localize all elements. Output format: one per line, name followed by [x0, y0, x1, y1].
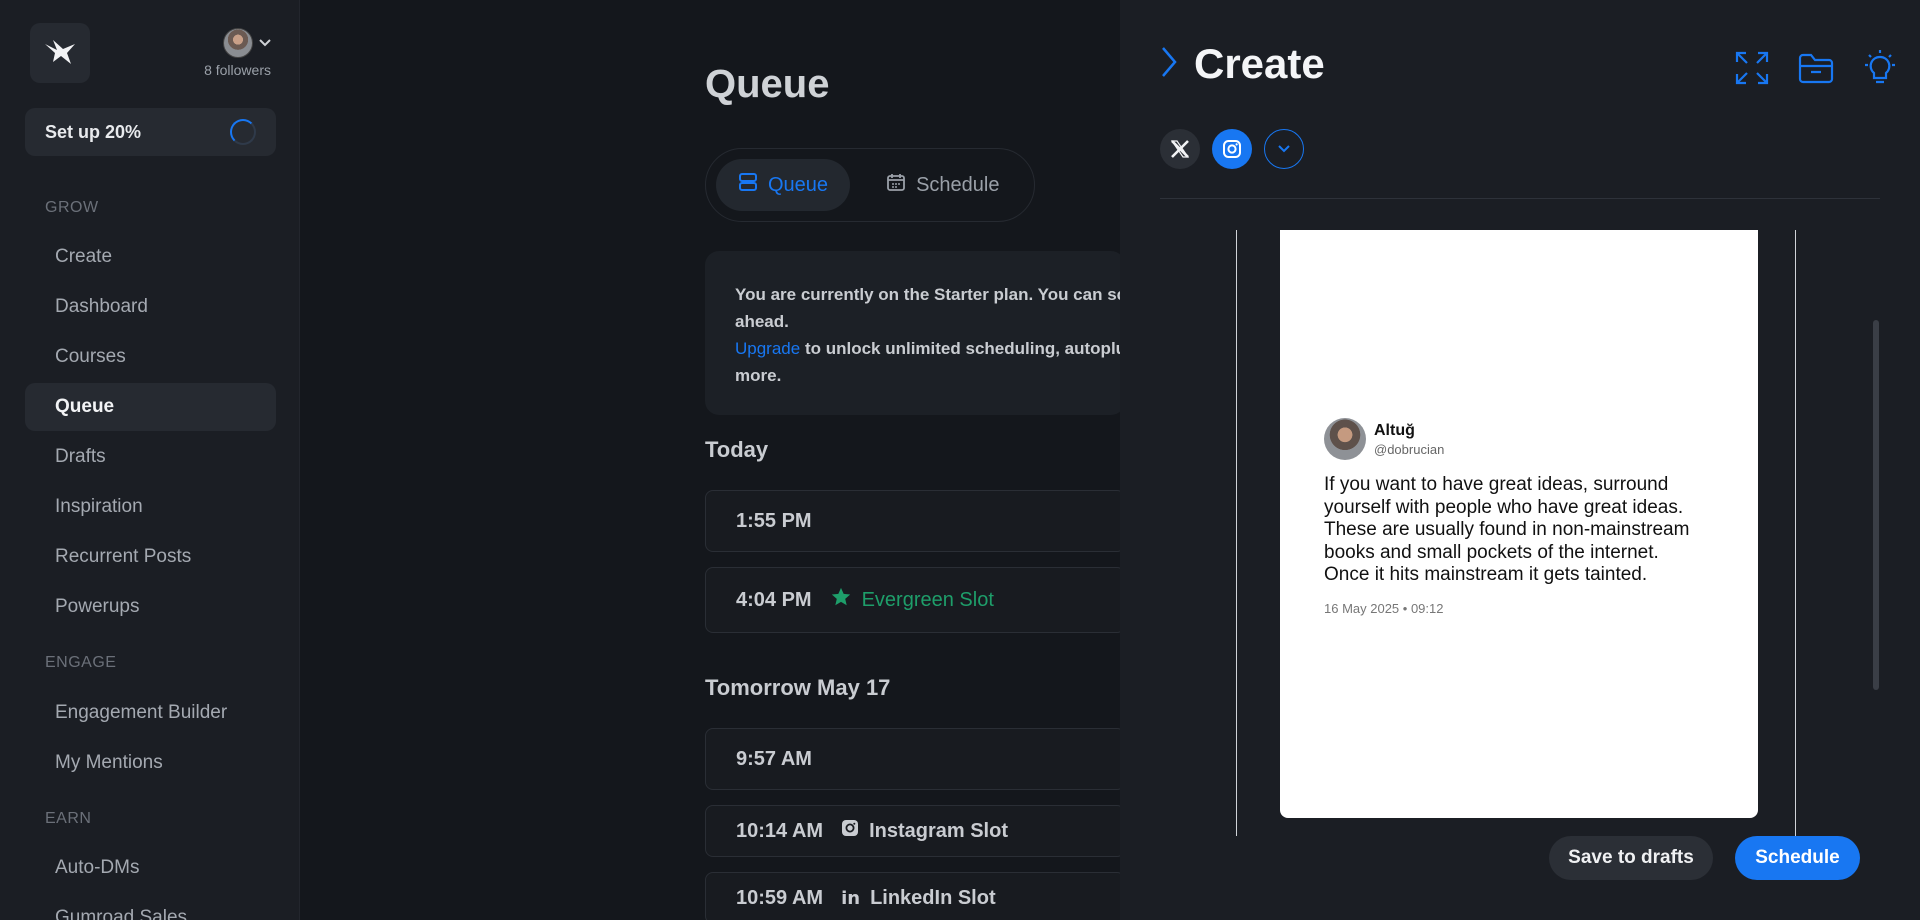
- sidebar-item-powerups[interactable]: Powerups: [25, 583, 276, 631]
- sidebar-item-engagement-builder[interactable]: Engagement Builder: [25, 689, 276, 737]
- calendar-icon: [886, 172, 906, 198]
- tab-queue-label: Queue: [768, 173, 829, 196]
- sidebar-item-create[interactable]: Create: [25, 233, 276, 281]
- tab-schedule-label: Schedule: [916, 173, 1000, 196]
- folder-icon[interactable]: [1796, 48, 1836, 88]
- scrollbar[interactable]: [1873, 320, 1879, 690]
- account-switcher[interactable]: 8 followers: [204, 28, 271, 78]
- tweet-author-handle: @dobrucian: [1374, 441, 1445, 457]
- queue-slot[interactable]: 10:59 AM in LinkedIn Slot: [705, 872, 1125, 920]
- sidebar-item-gumroad-sales[interactable]: Gumroad Sales: [25, 894, 276, 920]
- bird-logo-icon[interactable]: [30, 23, 90, 83]
- queue-slot[interactable]: 4:04 PM Evergreen Slot: [705, 567, 1125, 633]
- instagram-icon: [841, 819, 859, 843]
- sidebar-item-inspiration[interactable]: Inspiration: [25, 483, 276, 531]
- tab-schedule[interactable]: Schedule: [864, 159, 1021, 211]
- sidebar-item-my-mentions[interactable]: My Mentions: [25, 739, 276, 787]
- slot-tag: LinkedIn Slot: [870, 886, 996, 909]
- slot-time: 10:59 AM: [736, 886, 824, 909]
- star-icon: [830, 586, 852, 614]
- progress-ring-icon: [230, 119, 256, 145]
- queue-slot[interactable]: 9:57 AM: [705, 728, 1125, 790]
- sidebar-item-courses[interactable]: Courses: [25, 333, 276, 381]
- schedule-button[interactable]: Schedule: [1735, 836, 1860, 880]
- setup-progress-button[interactable]: Set up 20%: [25, 108, 276, 156]
- plan-text-4: more.: [735, 366, 782, 385]
- sidebar-item-queue[interactable]: Queue: [25, 383, 276, 431]
- plan-notice: You are currently on the Starter plan. Y…: [705, 251, 1125, 415]
- expand-icon[interactable]: [1732, 48, 1772, 88]
- sidebar-item-recurrent-posts[interactable]: Recurrent Posts: [25, 533, 276, 581]
- page-title: Queue: [705, 62, 830, 106]
- save-to-drafts-button[interactable]: Save to drafts: [1549, 836, 1713, 880]
- tweet-body: If you want to have great ideas, surroun…: [1324, 474, 1690, 585]
- avatar: [223, 28, 253, 58]
- view-toggle: Queue Schedule: [705, 148, 1035, 222]
- tweet-author-name: Altuğ: [1374, 421, 1415, 439]
- day-heading-tomorrow: Tomorrow May 17: [705, 675, 891, 700]
- section-earn: EARN: [45, 810, 92, 827]
- panel-title: Create: [1194, 40, 1325, 87]
- section-grow: GROW: [45, 199, 99, 216]
- tab-queue[interactable]: Queue: [716, 159, 851, 211]
- x-icon[interactable]: [1160, 129, 1200, 169]
- sidebar-item-drafts[interactable]: Drafts: [25, 433, 276, 481]
- plan-text-1: You are currently on the Starter plan. Y…: [735, 285, 1125, 304]
- slot-time: 10:14 AM: [736, 819, 824, 842]
- tweet-preview: Altuğ @dobrucian If you want to have gre…: [1324, 418, 1724, 616]
- divider: [1160, 198, 1880, 199]
- instagram-icon[interactable]: [1212, 129, 1252, 169]
- linkedin-icon: in: [841, 887, 861, 909]
- chevron-down-icon: [259, 34, 271, 52]
- create-panel: Create Altuğ @dobrucian If you want to h…: [1120, 0, 1920, 920]
- slot-time: 9:57 AM: [736, 747, 812, 770]
- plan-text-2: ahead.: [735, 312, 789, 331]
- setup-label: Set up 20%: [45, 121, 142, 142]
- tweet-date: 16 May 2025 • 09:12: [1324, 600, 1444, 616]
- sidebar: 8 followers Set up 20% GROW Create Dashb…: [0, 0, 300, 920]
- sidebar-item-dashboard[interactable]: Dashboard: [25, 283, 276, 331]
- collapse-chevron-icon[interactable]: [1160, 45, 1178, 84]
- section-engage: ENGAGE: [45, 654, 117, 671]
- upgrade-link[interactable]: Upgrade: [735, 339, 800, 358]
- queue-page: Queue Queue Schedule You are currently o…: [300, 0, 1125, 920]
- chevron-down-icon[interactable]: [1264, 129, 1304, 169]
- queue-slot[interactable]: 1:55 PM: [705, 490, 1125, 552]
- slot-tag: Instagram Slot: [869, 819, 1008, 842]
- queue-icon: [738, 172, 758, 198]
- plan-text-3: to unlock unlimited scheduling, autoplu: [800, 339, 1125, 358]
- avatar: [1324, 418, 1366, 460]
- lightbulb-icon[interactable]: [1860, 48, 1900, 88]
- post-preview-card: Altuğ @dobrucian If you want to have gre…: [1280, 230, 1758, 818]
- queue-slot[interactable]: 10:14 AM Instagram Slot: [705, 805, 1125, 857]
- slot-tag: Evergreen Slot: [861, 588, 994, 611]
- slot-time: 1:55 PM: [736, 509, 812, 532]
- followers-count: 8 followers: [204, 62, 271, 78]
- day-heading-today: Today: [705, 437, 769, 462]
- slot-time: 4:04 PM: [736, 588, 812, 611]
- sidebar-item-auto-dms[interactable]: Auto-DMs: [25, 844, 276, 892]
